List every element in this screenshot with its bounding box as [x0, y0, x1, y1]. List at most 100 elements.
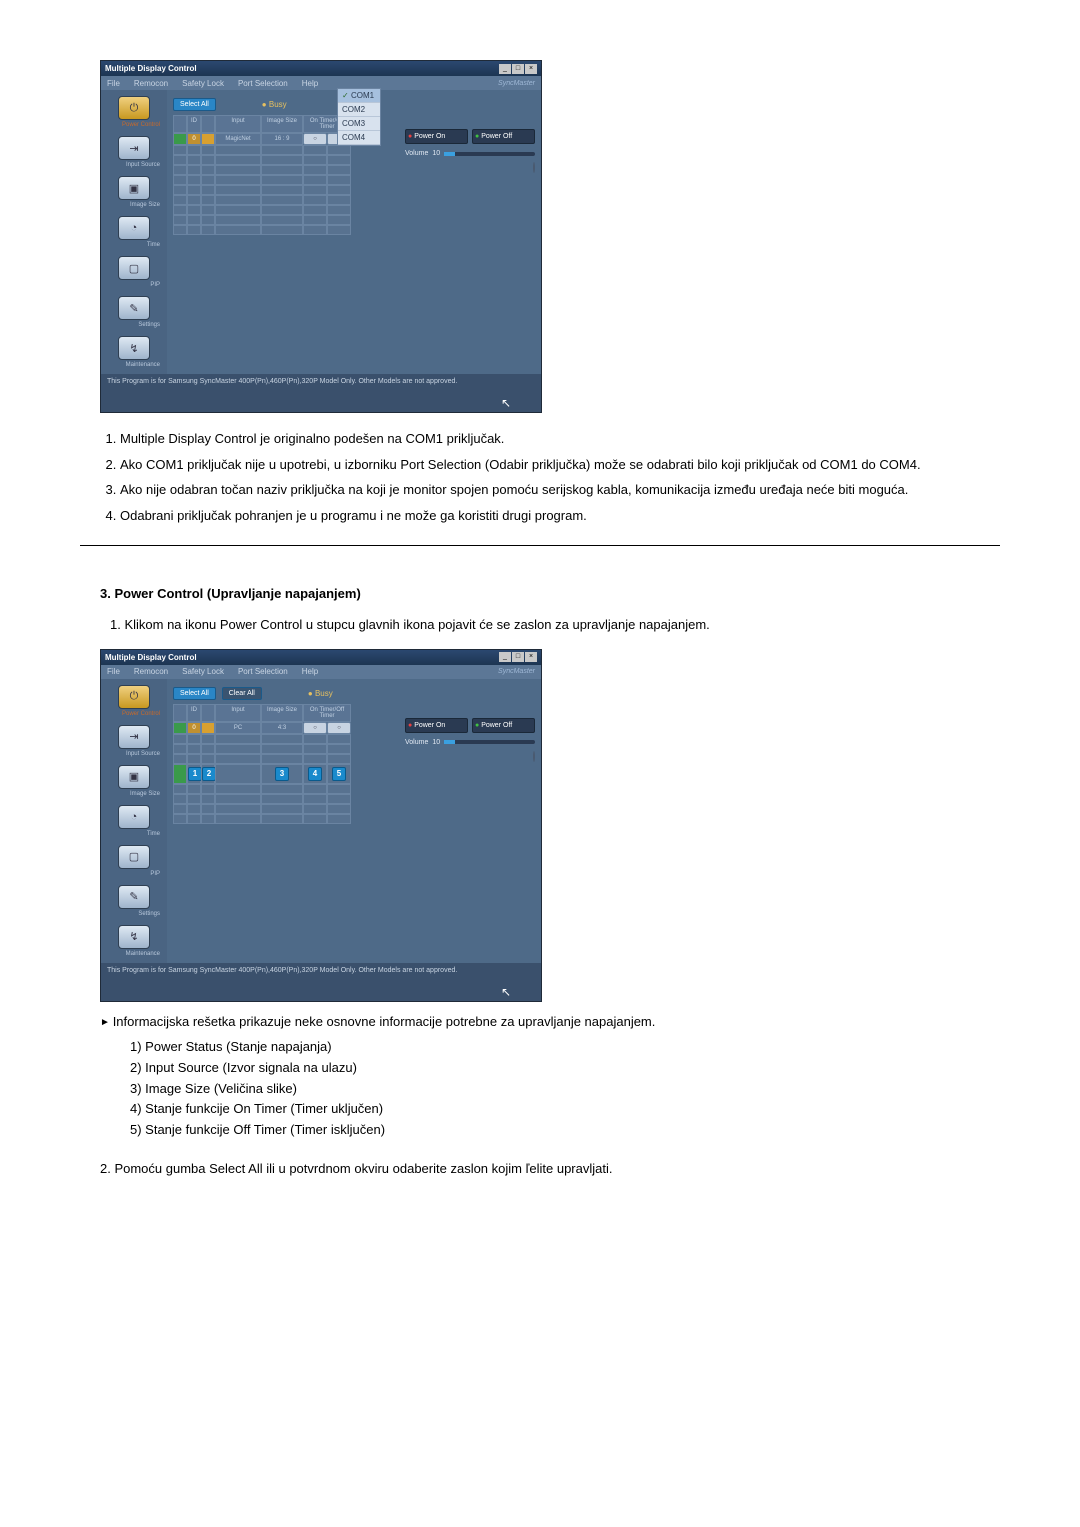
volume-knob-icon[interactable]	[533, 751, 535, 762]
badge-5: 5	[332, 767, 346, 781]
sidebar-item-maintenance[interactable]: ↯ Maintenance	[106, 925, 162, 957]
col-input: Input	[215, 115, 261, 133]
sidebar-item-input-source[interactable]: ⇥ Input Source	[106, 136, 162, 168]
col-check	[173, 115, 187, 133]
row-checkbox[interactable]	[173, 722, 187, 734]
row-size: 4:3	[261, 722, 303, 734]
titlebar: Multiple Display Control _ □ ×	[101, 61, 541, 76]
volume-label: Volume	[405, 150, 428, 157]
closing-note: 2. Pomoću gumba Select All ili u potvrdn…	[100, 1159, 1000, 1179]
status-footer: This Program is for Samsung SyncMaster 4…	[101, 374, 541, 412]
sidebar-item-input-source[interactable]: ⇥ Input Source	[106, 725, 162, 757]
page-root: Multiple Display Control _ □ × File Remo…	[0, 0, 1080, 1252]
pip-icon: ▢	[118, 845, 150, 869]
sidebar-item-pip[interactable]: ▢ PIP	[106, 845, 162, 877]
volume-label: Volume	[405, 739, 428, 746]
list-item: 4) Stanje funkcije On Timer (Timer uklju…	[130, 1099, 1000, 1120]
minimize-button[interactable]: _	[499, 652, 511, 662]
sidebar-item-image-size[interactable]: ▣ Image Size	[106, 765, 162, 797]
minimize-button[interactable]: _	[499, 64, 511, 74]
app-window-port-selection: Multiple Display Control _ □ × File Remo…	[100, 60, 542, 413]
power-off-button[interactable]: ● Power Off	[472, 129, 535, 144]
select-all-button[interactable]: Select All	[173, 687, 216, 700]
close-button[interactable]: ×	[525, 652, 537, 662]
sidebar-item-time[interactable]: ◔ Time	[106, 216, 162, 248]
menu-help[interactable]: Help	[298, 667, 322, 676]
settings-icon: ✎	[118, 885, 150, 909]
grid-row[interactable]: 0 PC 4:3 ○ ○	[173, 722, 399, 734]
info-sublist: 1) Power Status (Stanje napajanja) 2) In…	[130, 1037, 1000, 1141]
volume-slider[interactable]	[444, 740, 535, 744]
port-selection-notes: Multiple Display Control je originalno p…	[100, 429, 1000, 525]
maximize-button[interactable]: □	[512, 64, 524, 74]
menu-file[interactable]: File	[103, 667, 124, 676]
clear-all-button[interactable]: Clear All	[222, 687, 262, 700]
power-on-button[interactable]: ● Power On	[405, 129, 468, 144]
busy-indicator: Busy	[308, 689, 333, 698]
info-bullet: Informacijska rešetka prikazuje neke osn…	[100, 1012, 1000, 1032]
power-on-button[interactable]: ● Power On	[405, 718, 468, 733]
volume-knob-icon[interactable]	[533, 162, 535, 173]
port-option-com1[interactable]: COM1	[338, 89, 380, 103]
sidebar-item-settings[interactable]: ✎ Settings	[106, 296, 162, 328]
section-intro: 1. Klikom na ikonu Power Control u stupc…	[110, 615, 1000, 635]
toolbar-row: Select All Clear All Busy	[173, 687, 535, 700]
sidebar-item-power-control[interactable]: ⏻ Power Control	[106, 96, 162, 128]
menu-safety-lock[interactable]: Safety Lock	[178, 667, 228, 676]
volume-control[interactable]: Volume 10	[405, 150, 535, 157]
menu-safety-lock[interactable]: Safety Lock	[178, 79, 228, 88]
window-title: Multiple Display Control	[105, 653, 197, 662]
menu-remocon[interactable]: Remocon	[130, 667, 172, 676]
sidebar-item-time[interactable]: ◔ Time	[106, 805, 162, 837]
row-input: MagicNet	[215, 133, 261, 145]
sidebar-item-settings[interactable]: ✎ Settings	[106, 885, 162, 917]
sidebar-item-power-control[interactable]: ⏻ Power Control	[106, 685, 162, 717]
right-panel: ● Power On ● Power Off Volume 10	[405, 704, 535, 959]
sidebar-item-image-size[interactable]: ▣ Image Size	[106, 176, 162, 208]
port-selection-dropdown[interactable]: COM1 COM2 COM3 COM4	[337, 88, 381, 146]
col-image-size: Image Size	[261, 115, 303, 133]
busy-indicator: Busy	[262, 100, 287, 109]
sidebar: ⏻ Power Control ⇥ Input Source ▣ Image S…	[101, 90, 167, 374]
row-off-timer: ○	[327, 722, 351, 734]
power-icon: ⏻	[118, 96, 150, 120]
list-item: Ako COM1 priključak nije u upotrebi, u i…	[120, 455, 1000, 475]
menu-port-selection[interactable]: Port Selection	[234, 79, 292, 88]
volume-control[interactable]: Volume 10	[405, 739, 535, 746]
grid-header: ID Input Image Size On Timer/Off Timer	[173, 704, 399, 722]
sidebar-item-maintenance[interactable]: ↯ Maintenance	[106, 336, 162, 368]
menu-remocon[interactable]: Remocon	[130, 79, 172, 88]
menu-port-selection[interactable]: Port Selection	[234, 667, 292, 676]
display-grid: ID Input Image Size On Timer/Off Timer 0…	[173, 704, 399, 959]
maximize-button[interactable]: □	[512, 652, 524, 662]
close-button[interactable]: ×	[525, 64, 537, 74]
settings-icon: ✎	[118, 296, 150, 320]
row-id: 0	[187, 133, 201, 145]
menu-file[interactable]: File	[103, 79, 124, 88]
select-all-button[interactable]: Select All	[173, 98, 216, 111]
main-area: Select All Clear All Busy ID Input Image…	[167, 679, 541, 963]
list-item: Multiple Display Control je originalno p…	[120, 429, 1000, 449]
menu-help[interactable]: Help	[298, 79, 322, 88]
titlebar: Multiple Display Control _ □ ×	[101, 650, 541, 665]
volume-slider[interactable]	[444, 152, 535, 156]
row-checkbox[interactable]	[173, 133, 187, 145]
row-id: 0	[187, 722, 201, 734]
row-on-timer: ○	[303, 722, 327, 734]
row-size: 16 : 9	[261, 133, 303, 145]
port-option-com3[interactable]: COM3	[338, 117, 380, 131]
port-option-com4[interactable]: COM4	[338, 131, 380, 145]
menubar: File Remocon Safety Lock Port Selection …	[101, 665, 541, 679]
list-item: Odabrani priključak pohranjen je u progr…	[120, 506, 1000, 526]
app-window-power-control: Multiple Display Control _ □ × File Remo…	[100, 649, 542, 1002]
port-option-com2[interactable]: COM2	[338, 103, 380, 117]
power-icon: ⏻	[118, 685, 150, 709]
sidebar-item-pip[interactable]: ▢ PIP	[106, 256, 162, 288]
badge-1: 1	[188, 767, 202, 781]
power-off-button[interactable]: ● Power Off	[472, 718, 535, 733]
badge-3: 3	[275, 767, 289, 781]
list-item: 1) Power Status (Stanje napajanja)	[130, 1037, 1000, 1058]
col-id: ID	[187, 115, 201, 133]
list-item: 5) Stanje funkcije Off Timer (Timer iskl…	[130, 1120, 1000, 1141]
row-on-timer: ○	[303, 133, 327, 145]
